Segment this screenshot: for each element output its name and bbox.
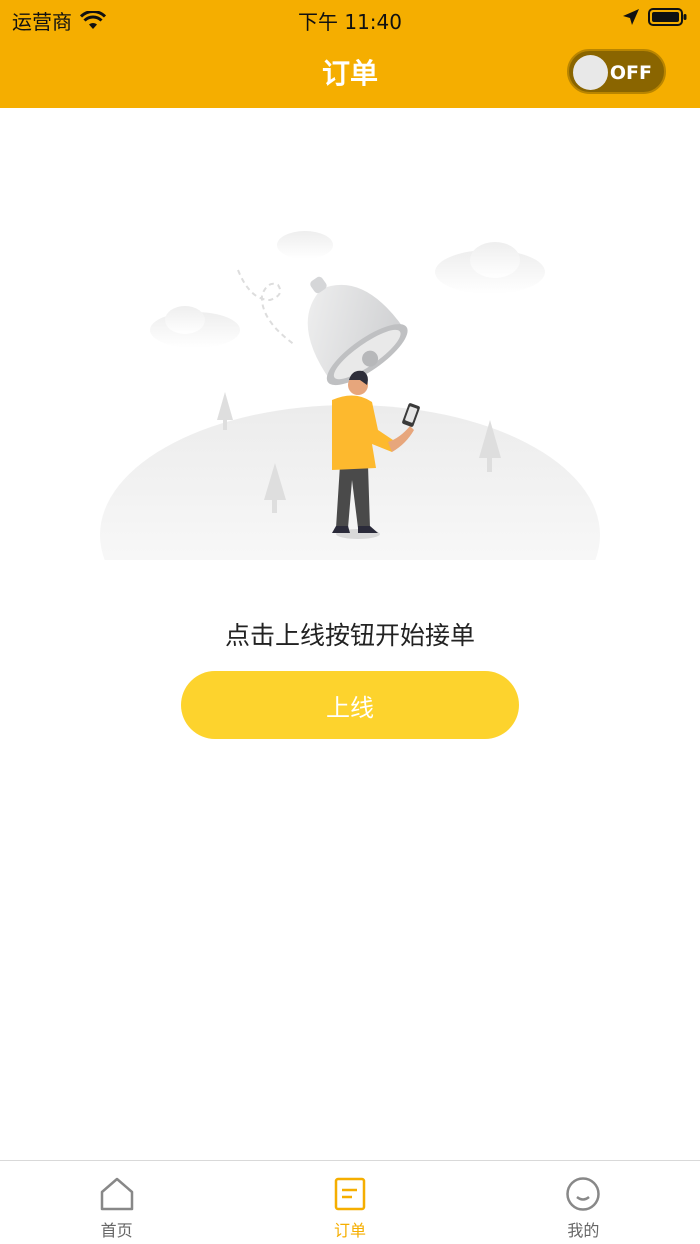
tab-profile[interactable]: 我的: [467, 1161, 700, 1244]
tab-home[interactable]: 首页: [0, 1161, 233, 1244]
tab-home-label: 首页: [100, 1221, 133, 1240]
bell-illustration: [100, 231, 600, 560]
prompt-text: 点击上线按钮开始接单: [224, 621, 475, 650]
battery-icon: [648, 8, 687, 26]
home-icon: [100, 1177, 133, 1211]
header: 运营商 下午 11:40 订单 OFF: [0, 0, 700, 108]
tab-orders[interactable]: 订单: [233, 1161, 466, 1244]
tab-orders-label: 订单: [333, 1221, 366, 1240]
status-time: 下午 11:40: [298, 10, 402, 34]
toggle-knob: [573, 55, 608, 90]
online-toggle[interactable]: OFF: [567, 49, 666, 94]
toggle-label: OFF: [609, 62, 652, 84]
tab-bar: 首页 订单 我的: [0, 1160, 700, 1244]
location-arrow-icon: [623, 9, 639, 25]
tab-profile-label: 我的: [567, 1221, 600, 1240]
status-bar: 运营商 下午 11:40: [0, 0, 700, 36]
order-icon: [334, 1177, 366, 1211]
profile-icon: [566, 1177, 601, 1211]
go-online-button[interactable]: 上线: [181, 671, 519, 739]
